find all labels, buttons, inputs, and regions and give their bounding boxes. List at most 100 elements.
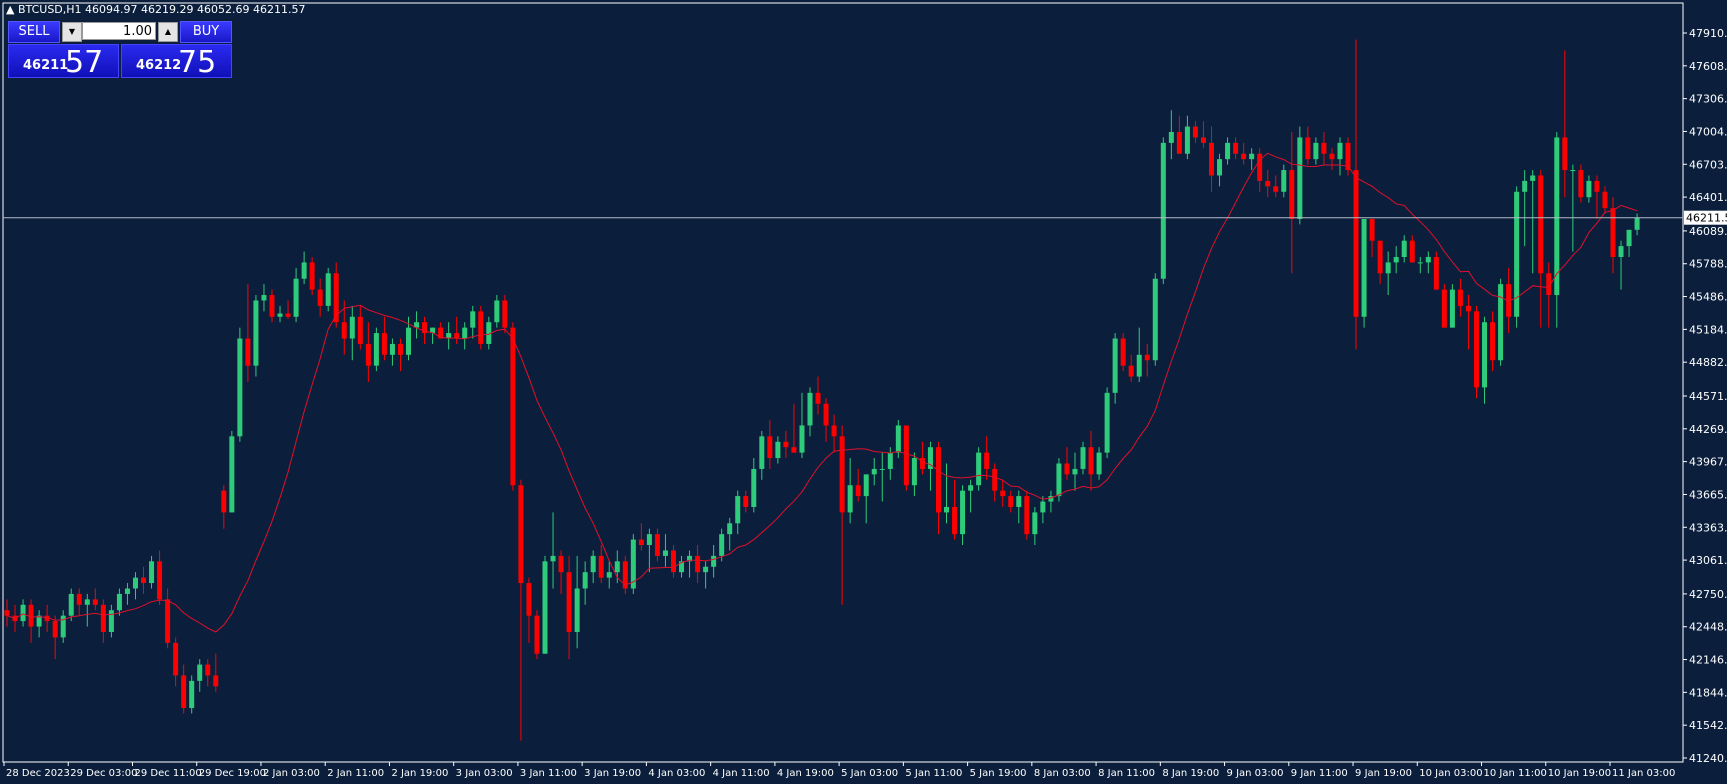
bull-candle: [132, 577, 138, 589]
triangle-up-icon[interactable]: ▲: [6, 3, 14, 16]
y-tick-label: 47608.85: [1689, 60, 1727, 73]
bear-candle: [341, 322, 347, 339]
bull-candle: [1634, 217, 1640, 230]
bear-candle: [92, 599, 98, 605]
bear-candle: [919, 458, 925, 469]
x-tick-label: 9 Jan 03:00: [1227, 768, 1284, 779]
buy-price-box[interactable]: 46212 75: [121, 44, 232, 80]
bull-candle: [960, 490, 966, 535]
bear-candle: [1257, 153, 1263, 181]
bear-candle: [1176, 131, 1182, 154]
x-tick-label: 29 Dec 19:00: [199, 768, 266, 779]
x-tick-label: 3 Jan 11:00: [520, 768, 577, 779]
bear-candle: [141, 577, 147, 584]
bear-candle: [1321, 142, 1327, 154]
lot-size-input[interactable]: 1.00: [82, 22, 156, 40]
lot-increase-button[interactable]: ▲: [158, 22, 178, 42]
bear-candle: [173, 642, 179, 676]
x-tick-label: 4 Jan 11:00: [713, 768, 770, 779]
bear-candle: [309, 262, 315, 290]
bear-candle: [903, 425, 909, 486]
price-chart[interactable]: 47910.80 47608.85 47306.90 47004.95 46703.00…: [0, 0, 1727, 784]
bull-candle: [1482, 322, 1488, 388]
bear-candle: [1578, 170, 1584, 198]
arrow-up-icon: ▲: [164, 27, 172, 36]
y-tick-label: 45184.10: [1689, 323, 1727, 336]
bear-candle: [1144, 354, 1150, 361]
bull-candle: [944, 506, 950, 513]
bull-candle: [1217, 159, 1223, 176]
x-tick-label: 11 Jan 03:00: [1612, 768, 1675, 779]
sell-price-box[interactable]: 46211 57: [8, 44, 119, 80]
x-tick-label: 3 Jan 03:00: [456, 768, 513, 779]
bull-candle: [116, 593, 122, 611]
x-tick-label: 10 Jan 19:00: [1548, 768, 1611, 779]
bull-candle: [373, 333, 379, 366]
x-tick-label: 3 Jan 19:00: [584, 768, 641, 779]
y-tick-label: 45788.00: [1689, 258, 1727, 271]
bull-candle: [1168, 131, 1174, 143]
bull-candle: [871, 468, 877, 475]
bull-candle: [735, 496, 741, 524]
bull-candle: [84, 599, 90, 605]
bear-candle: [1409, 240, 1415, 263]
sell-price-main: 46211: [23, 58, 69, 73]
bull-candle: [711, 555, 717, 567]
x-tick-label: 8 Jan 11:00: [1098, 768, 1155, 779]
bull-candle: [1096, 452, 1102, 475]
bear-candle: [638, 539, 644, 546]
bear-candle: [935, 447, 941, 513]
bull-candle: [799, 425, 805, 453]
bear-candle: [269, 295, 275, 317]
bear-candle: [1000, 490, 1006, 497]
buy-button[interactable]: BUY: [180, 21, 232, 43]
bull-candle: [406, 327, 411, 355]
bear-candle: [1200, 137, 1206, 143]
bear-candle: [28, 604, 34, 627]
symbol-ohlc-line: BTCUSD,H1 46094.97 46219.29 46052.69 462…: [17, 3, 306, 16]
bear-candle: [1128, 365, 1134, 377]
current-price-label: 46211.57: [1686, 212, 1727, 225]
bull-candle: [1281, 170, 1287, 192]
bull-candle: [20, 604, 26, 622]
bull-candle: [301, 262, 307, 279]
y-tick-label: 43363.25: [1689, 521, 1727, 534]
sell-price-big: 57: [65, 45, 104, 80]
sell-button[interactable]: SELL: [8, 21, 60, 43]
bear-candle: [1120, 338, 1126, 366]
bull-candle: [1184, 126, 1190, 154]
bear-candle: [1433, 256, 1439, 290]
y-tick-label: 42750.20: [1689, 588, 1727, 601]
bear-candle: [518, 485, 524, 584]
bear-candle: [534, 615, 540, 654]
y-tick-label: 41542.40: [1689, 719, 1727, 732]
bull-candle: [1104, 392, 1110, 453]
bull-candle: [1056, 463, 1062, 497]
bear-candle: [76, 593, 82, 605]
lot-decrease-button[interactable]: ▼: [62, 22, 82, 42]
bear-candle: [831, 425, 837, 437]
bear-candle: [598, 555, 604, 578]
bull-candle: [911, 458, 917, 486]
bull-candle: [775, 441, 781, 459]
x-tick-label: 10 Jan 11:00: [1484, 768, 1547, 779]
bull-candle: [389, 343, 395, 355]
y-tick-label: 41240.45: [1689, 752, 1727, 765]
bull-candle: [1249, 153, 1255, 160]
bull-candle: [1152, 278, 1158, 361]
bear-candle: [478, 311, 484, 344]
bull-candle: [68, 593, 74, 616]
bull-candle: [1586, 180, 1592, 198]
bear-candle: [783, 441, 789, 448]
bear-candle: [365, 343, 371, 366]
bull-candle: [1072, 468, 1078, 475]
bull-candle: [277, 313, 283, 317]
bull-candle: [1449, 289, 1455, 328]
bear-candle: [1369, 218, 1375, 241]
bull-candle: [719, 534, 725, 556]
bear-candle: [984, 452, 990, 469]
bull-candle: [261, 295, 267, 301]
bull-candle: [1498, 284, 1504, 361]
y-tick-label: 43967.15: [1689, 456, 1727, 469]
x-tick-label: 29 Dec 03:00: [70, 768, 137, 779]
